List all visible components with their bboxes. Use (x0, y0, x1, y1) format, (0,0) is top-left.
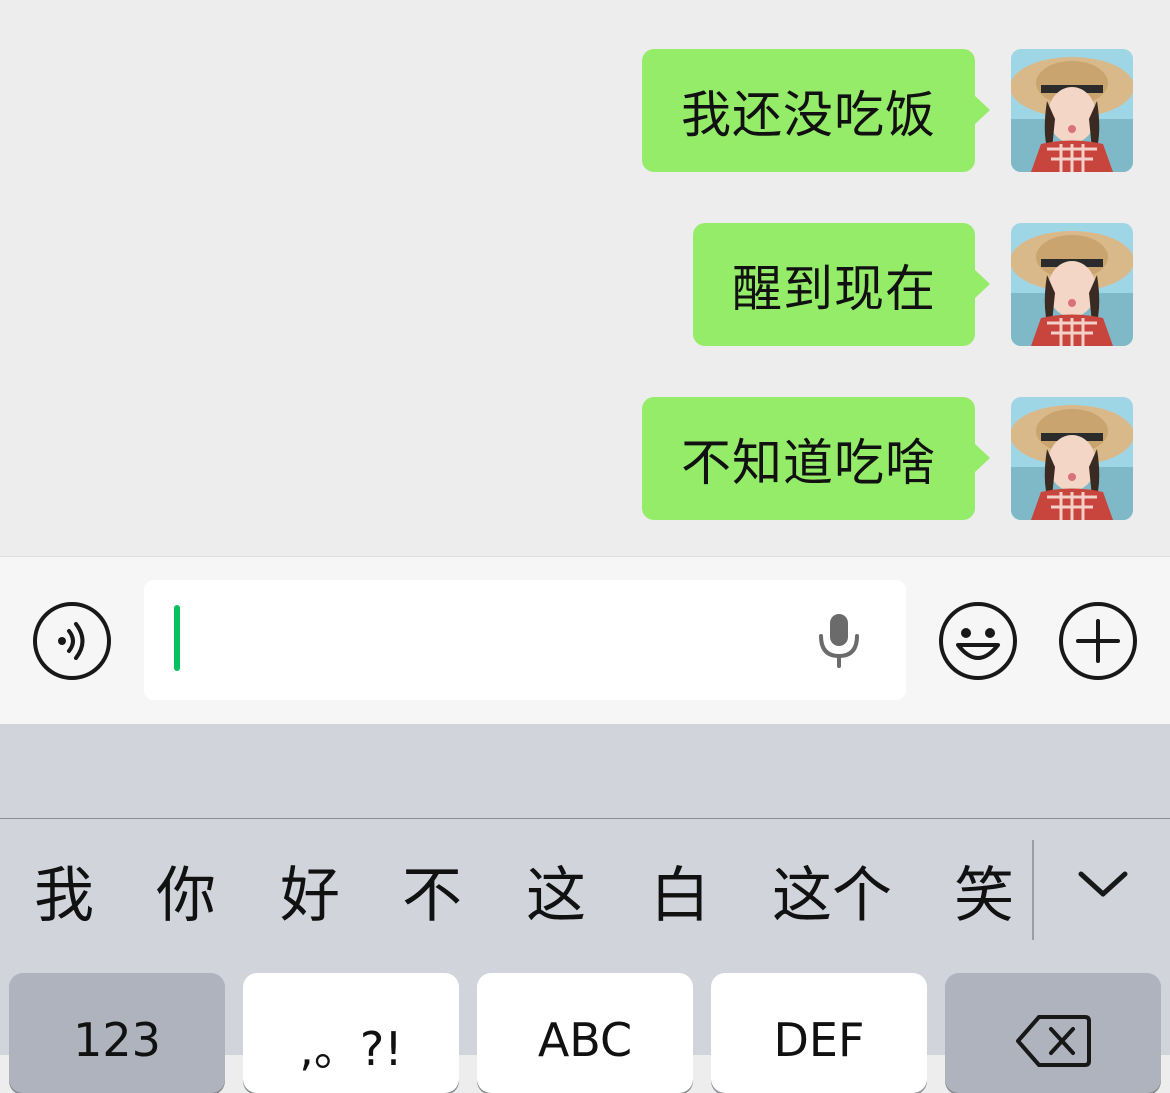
voice-mode-button[interactable] (32, 601, 112, 681)
input-bar (0, 556, 1170, 724)
key-label: ,。?! (299, 1022, 403, 1076)
message-input[interactable] (144, 580, 906, 700)
message-bubble[interactable]: 我还没吃饭 (642, 49, 990, 172)
microphone-button[interactable] (814, 610, 864, 670)
microphone-icon (819, 614, 859, 668)
more-options-button[interactable] (1058, 601, 1138, 681)
keyboard-toolbar (0, 724, 1170, 819)
message-row: 不知道吃啥 (0, 397, 1170, 520)
candidate-word[interactable]: 不 (402, 858, 462, 934)
plus-icon (1059, 602, 1137, 680)
candidate-word[interactable]: 你 (156, 858, 216, 934)
candidate-bar: 我 你 好 不 这 白 这个 笑 (0, 820, 1170, 970)
key-label: 123 (73, 1013, 161, 1067)
emoji-icon (939, 602, 1017, 680)
key-123[interactable]: 123 (9, 973, 225, 1093)
candidate-divider (1032, 840, 1034, 940)
keyboard: 我 你 好 不 这 白 这个 笑 123 ,。?! ABC DEF (0, 724, 1170, 1093)
key-abc[interactable]: ABC (477, 973, 693, 1093)
message-text: 我还没吃饭 (681, 85, 936, 144)
avatar[interactable] (1011, 223, 1133, 346)
key-label: DEF (773, 1013, 865, 1067)
delete-key[interactable] (945, 973, 1161, 1093)
avatar-image (1011, 397, 1133, 520)
candidate-word[interactable]: 白 (650, 858, 710, 934)
avatar-image (1011, 223, 1133, 346)
key-label: ABC (537, 1013, 633, 1067)
key-def[interactable]: DEF (711, 973, 927, 1093)
avatar[interactable] (1011, 49, 1133, 172)
avatar-image (1011, 49, 1133, 172)
message-text: 醒到现在 (732, 259, 936, 318)
chevron-down-icon (1078, 871, 1128, 897)
text-caret (174, 605, 180, 671)
candidate-word[interactable]: 这个 (772, 858, 892, 934)
message-text: 不知道吃啥 (681, 433, 936, 492)
voice-mode-icon (33, 602, 111, 680)
candidate-word[interactable]: 这 (526, 858, 586, 934)
candidate-word[interactable]: 笑 (954, 858, 1014, 934)
expand-candidates-button[interactable] (1073, 860, 1133, 910)
chat-area: 我还没吃饭 醒到现在 不知道吃啥 (0, 0, 1170, 556)
message-row: 醒到现在 (0, 223, 1170, 346)
candidate-word[interactable]: 我 (34, 858, 94, 934)
message-row: 我还没吃饭 (0, 49, 1170, 172)
candidate-word[interactable]: 好 (280, 858, 340, 934)
key-punctuation[interactable]: ,。?! (243, 973, 459, 1093)
emoji-button[interactable] (938, 601, 1018, 681)
message-bubble[interactable]: 不知道吃啥 (642, 397, 990, 520)
avatar[interactable] (1011, 397, 1133, 520)
message-bubble[interactable]: 醒到现在 (693, 223, 990, 346)
backspace-icon (1016, 1015, 1091, 1067)
